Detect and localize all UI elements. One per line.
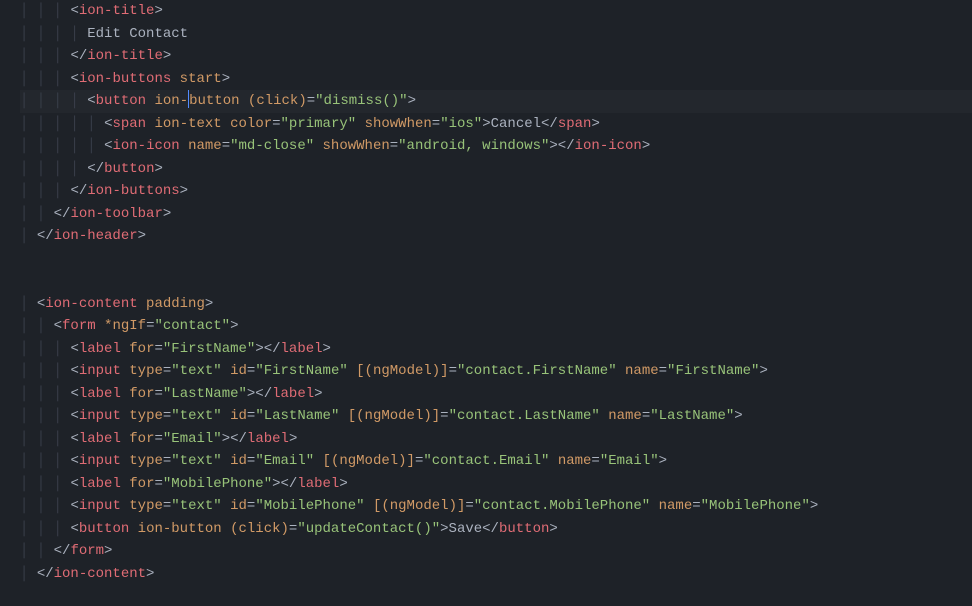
code-line[interactable]: │ │ │ <button ion-button (click)="update…	[20, 518, 972, 541]
code-line[interactable]: │ │ │ │ │ <ion-icon name="md-close" show…	[20, 135, 972, 158]
code-line[interactable]: │ │ │ <label for="Email"></label>	[20, 428, 972, 451]
code-line[interactable]: │ │ │ </ion-buttons>	[20, 180, 972, 203]
code-line[interactable]: │ │ │ <input type="text" id="Email" [(ng…	[20, 450, 972, 473]
code-line[interactable]	[20, 248, 972, 271]
code-line[interactable]: │ │ │ <input type="text" id="MobilePhone…	[20, 495, 972, 518]
code-line[interactable]: │ </ion-header>	[20, 225, 972, 248]
code-line[interactable]: │ │ │ </ion-title>	[20, 45, 972, 68]
code-line[interactable]	[20, 270, 972, 293]
code-line[interactable]: │ │ </ion-toolbar>	[20, 203, 972, 226]
code-line[interactable]: │ │ │ <input type="text" id="LastName" […	[20, 405, 972, 428]
code-editor[interactable]: │ │ │ <ion-title>│ │ │ │ Edit Contact│ │…	[0, 0, 972, 585]
code-line[interactable]: │ │ │ <label for="FirstName"></label>	[20, 338, 972, 361]
code-line[interactable]: │ │ <form *ngIf="contact">	[20, 315, 972, 338]
code-line[interactable]: │ │ │ <ion-title>	[20, 0, 972, 23]
code-line[interactable]: │ </ion-content>	[20, 563, 972, 586]
code-line[interactable]: │ │ │ │ │ <span ion-text color="primary"…	[20, 113, 972, 136]
code-line[interactable]: │ │ │ <label for="LastName"></label>	[20, 383, 972, 406]
code-line[interactable]: │ │ │ <label for="MobilePhone"></label>	[20, 473, 972, 496]
code-line[interactable]: │ <ion-content padding>	[20, 293, 972, 316]
code-line[interactable]: │ │ │ <ion-buttons start>	[20, 68, 972, 91]
code-line[interactable]: │ │ │ │ Edit Contact	[20, 23, 972, 46]
code-line[interactable]: │ │ │ <input type="text" id="FirstName" …	[20, 360, 972, 383]
code-line[interactable]: │ │ │ │ <button ion-button (click)="dism…	[20, 90, 972, 113]
code-line[interactable]: │ │ </form>	[20, 540, 972, 563]
code-line[interactable]: │ │ │ │ </button>	[20, 158, 972, 181]
